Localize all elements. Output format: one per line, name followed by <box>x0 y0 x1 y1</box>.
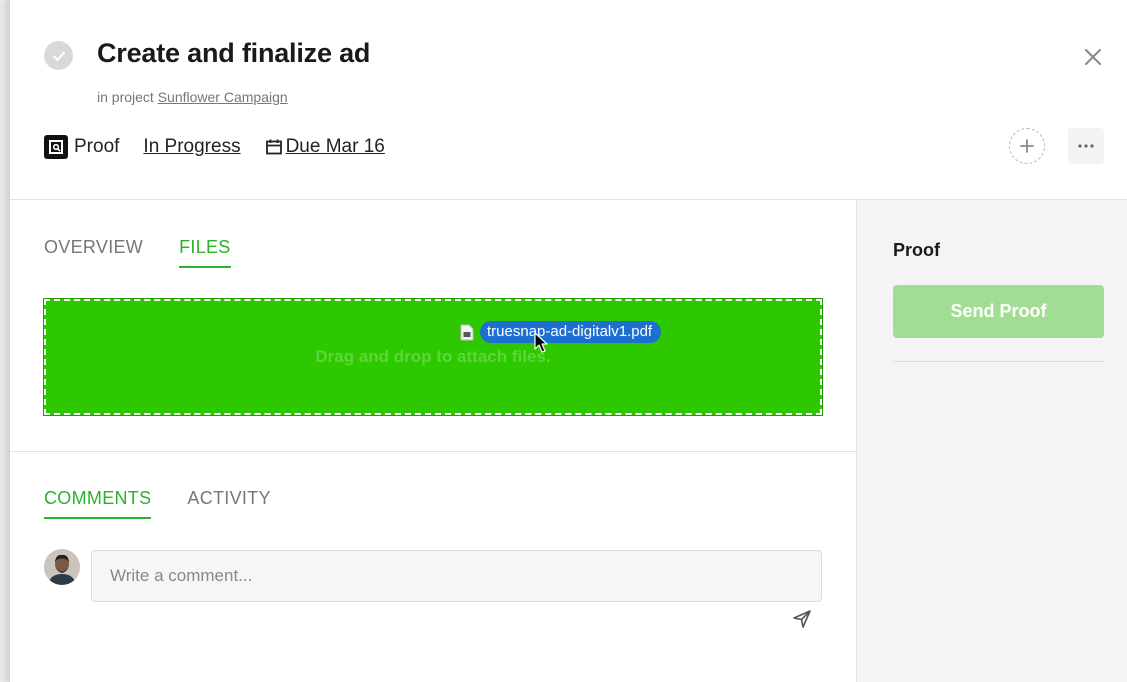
close-icon <box>1085 49 1101 65</box>
dropzone-text: Drag and drop to attach files. <box>315 347 551 366</box>
status-dropdown[interactable]: In Progress <box>143 136 240 158</box>
sidebar-divider <box>893 361 1104 362</box>
tab-comments[interactable]: COMMENTS <box>44 488 152 519</box>
task-title: Create and finalize ad <box>97 38 371 68</box>
more-options-button[interactable] <box>1068 128 1104 164</box>
proof-icon <box>44 135 68 159</box>
project-link[interactable]: Sunflower Campaign <box>158 89 288 105</box>
sidebar-title: Proof <box>893 240 940 260</box>
task-header: Create and finalize ad in project Sunflo… <box>10 0 1127 200</box>
project-prefix: in project <box>97 89 154 105</box>
mouse-cursor-icon <box>534 332 548 353</box>
pdf-file-icon <box>460 324 474 340</box>
files-tab-bar: OVERVIEW FILES <box>44 237 231 268</box>
tab-overview[interactable]: OVERVIEW <box>44 237 143 268</box>
proof-sidebar: Proof Send Proof <box>857 200 1127 682</box>
complete-task-button[interactable] <box>44 41 73 70</box>
task-meta-row: Proof In Progress Due Mar 16 <box>44 133 385 161</box>
tab-files[interactable]: FILES <box>179 237 231 268</box>
avatar <box>44 549 80 585</box>
due-date-picker[interactable]: Due Mar 16 <box>265 136 385 158</box>
send-proof-button[interactable]: Send Proof <box>893 285 1104 338</box>
close-button[interactable] <box>1080 44 1106 70</box>
add-member-icon <box>1020 139 1034 153</box>
file-dropzone[interactable]: Drag and drop to attach files. truesnap-… <box>43 298 823 416</box>
tab-activity[interactable]: ACTIVITY <box>187 488 270 519</box>
dragged-file-name: truesnap-ad-digitalv1.pdf <box>480 321 662 343</box>
project-line: in project Sunflower Campaign <box>97 89 288 105</box>
check-icon <box>52 51 65 61</box>
due-date-label: Due Mar 16 <box>285 136 385 157</box>
task-type-label: Proof <box>74 136 120 157</box>
section-divider <box>10 451 857 452</box>
comment-input[interactable] <box>91 550 822 602</box>
add-member-button[interactable] <box>1009 128 1045 164</box>
more-icon <box>1078 144 1094 148</box>
calendar-icon <box>265 139 282 155</box>
comments-tab-bar: COMMENTS ACTIVITY <box>44 488 271 519</box>
dragged-file[interactable]: truesnap-ad-digitalv1.pdf <box>460 321 662 343</box>
task-detail-panel: Create and finalize ad in project Sunflo… <box>9 0 1127 682</box>
send-icon[interactable] <box>792 609 812 629</box>
task-main-content: OVERVIEW FILES Drag and drop to attach f… <box>10 200 857 682</box>
